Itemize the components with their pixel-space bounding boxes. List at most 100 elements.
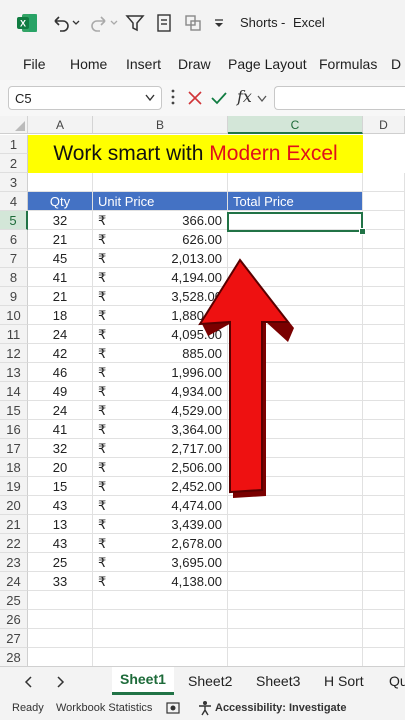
qty-cell[interactable]: 24: [28, 325, 93, 344]
qty-cell[interactable]: 21: [28, 287, 93, 306]
unit-price-cell[interactable]: ₹3,439.00: [93, 515, 228, 534]
header-unit-price[interactable]: Unit Price: [93, 192, 228, 211]
function-dropdown-icon[interactable]: [257, 95, 267, 103]
empty-cell[interactable]: [228, 591, 363, 610]
empty-cell[interactable]: [228, 648, 363, 666]
tab-formulas[interactable]: Formulas: [319, 56, 377, 72]
qty-cell[interactable]: 18: [28, 306, 93, 325]
empty-cell[interactable]: [363, 515, 405, 534]
qty-cell[interactable]: 15: [28, 477, 93, 496]
customize-toolbar-icon[interactable]: [214, 19, 224, 29]
row-header-3[interactable]: 3: [0, 173, 28, 192]
empty-cell[interactable]: [363, 211, 405, 230]
empty-cell[interactable]: [363, 363, 405, 382]
unit-price-cell[interactable]: ₹626.00: [93, 230, 228, 249]
unit-price-cell[interactable]: ₹366.00: [93, 211, 228, 230]
undo-dropdown-icon[interactable]: [72, 19, 80, 27]
row-header-27[interactable]: 27: [0, 629, 28, 648]
empty-cell[interactable]: [363, 382, 405, 401]
unit-price-cell[interactable]: ₹3,695.00: [93, 553, 228, 572]
empty-cell[interactable]: [363, 610, 405, 629]
empty-cell[interactable]: [228, 173, 363, 192]
row-header-9[interactable]: 9: [0, 287, 28, 306]
row-header-20[interactable]: 20: [0, 496, 28, 515]
cancel-entry-icon[interactable]: [187, 90, 203, 106]
row-header-2[interactable]: 2: [0, 154, 28, 173]
empty-cell[interactable]: [93, 173, 228, 192]
qty-cell[interactable]: 43: [28, 534, 93, 553]
header-qty[interactable]: Qty: [28, 192, 93, 211]
chevron-down-icon[interactable]: [145, 94, 155, 102]
empty-cell[interactable]: [93, 648, 228, 666]
empty-cell[interactable]: [28, 648, 93, 666]
empty-cell[interactable]: [363, 325, 405, 344]
column-header-c[interactable]: C: [228, 116, 363, 134]
row-header-12[interactable]: 12: [0, 344, 28, 363]
empty-cell[interactable]: [28, 629, 93, 648]
title-banner[interactable]: Work smart with Modern Excel: [28, 135, 363, 173]
sheet-tab-qu[interactable]: Qu: [389, 673, 405, 689]
empty-cell[interactable]: [363, 230, 405, 249]
row-header-26[interactable]: 26: [0, 610, 28, 629]
row-header-10[interactable]: 10: [0, 306, 28, 325]
qty-cell[interactable]: 33: [28, 572, 93, 591]
row-header-17[interactable]: 17: [0, 439, 28, 458]
qty-cell[interactable]: 42: [28, 344, 93, 363]
formula-input[interactable]: [274, 86, 405, 110]
empty-cell[interactable]: [363, 268, 405, 287]
row-header-13[interactable]: 13: [0, 363, 28, 382]
qty-cell[interactable]: 13: [28, 515, 93, 534]
tab-insert[interactable]: Insert: [126, 56, 161, 72]
fill-handle[interactable]: [359, 228, 366, 235]
empty-cell[interactable]: [363, 572, 405, 591]
row-header-16[interactable]: 16: [0, 420, 28, 439]
row-header-5[interactable]: 5: [0, 211, 28, 230]
form-icon[interactable]: [153, 12, 175, 34]
tab-draw[interactable]: Draw: [178, 56, 211, 72]
chevron-left-icon[interactable]: [24, 676, 32, 688]
empty-cell[interactable]: [28, 610, 93, 629]
empty-cell[interactable]: [28, 173, 93, 192]
row-header-11[interactable]: 11: [0, 325, 28, 344]
qty-cell[interactable]: 21: [28, 230, 93, 249]
qty-cell[interactable]: 20: [28, 458, 93, 477]
tab-data[interactable]: D: [391, 56, 401, 72]
empty-cell[interactable]: [363, 344, 405, 363]
row-header-4[interactable]: 4: [0, 192, 28, 211]
row-header-14[interactable]: 14: [0, 382, 28, 401]
empty-cell[interactable]: [363, 458, 405, 477]
insert-function-button[interactable]: fx: [237, 87, 252, 106]
macro-recording-icon[interactable]: [166, 701, 180, 715]
total-price-cell[interactable]: [228, 534, 363, 553]
row-header-25[interactable]: 25: [0, 591, 28, 610]
empty-cell[interactable]: [363, 591, 405, 610]
tab-home[interactable]: Home: [70, 56, 107, 72]
share-sheet-icon[interactable]: [182, 12, 204, 34]
name-box[interactable]: C5: [8, 86, 162, 110]
empty-cell[interactable]: [228, 610, 363, 629]
accessibility-icon[interactable]: [197, 700, 213, 716]
total-price-cell[interactable]: [228, 553, 363, 572]
qty-cell[interactable]: 49: [28, 382, 93, 401]
row-header-21[interactable]: 21: [0, 515, 28, 534]
filter-icon[interactable]: [124, 12, 146, 34]
sheet-tab-h-sort[interactable]: H Sort: [324, 673, 364, 689]
unit-price-cell[interactable]: ₹2,678.00: [93, 534, 228, 553]
empty-cell[interactable]: [228, 629, 363, 648]
qty-cell[interactable]: 41: [28, 268, 93, 287]
header-total-price[interactable]: Total Price: [228, 192, 363, 211]
row-header-1[interactable]: 1: [0, 135, 28, 154]
row-header-7[interactable]: 7: [0, 249, 28, 268]
column-header-d[interactable]: D: [363, 116, 405, 134]
total-price-cell[interactable]: [228, 230, 363, 249]
empty-cell[interactable]: [363, 439, 405, 458]
row-header-23[interactable]: 23: [0, 553, 28, 572]
total-price-cell[interactable]: [228, 572, 363, 591]
active-cell-c5[interactable]: [227, 212, 363, 232]
row-header-24[interactable]: 24: [0, 572, 28, 591]
select-all-corner[interactable]: [0, 116, 28, 134]
sheet-tab-sheet2[interactable]: Sheet2: [188, 673, 232, 689]
empty-cell[interactable]: [363, 534, 405, 553]
empty-cell[interactable]: [93, 610, 228, 629]
total-price-cell[interactable]: [228, 515, 363, 534]
